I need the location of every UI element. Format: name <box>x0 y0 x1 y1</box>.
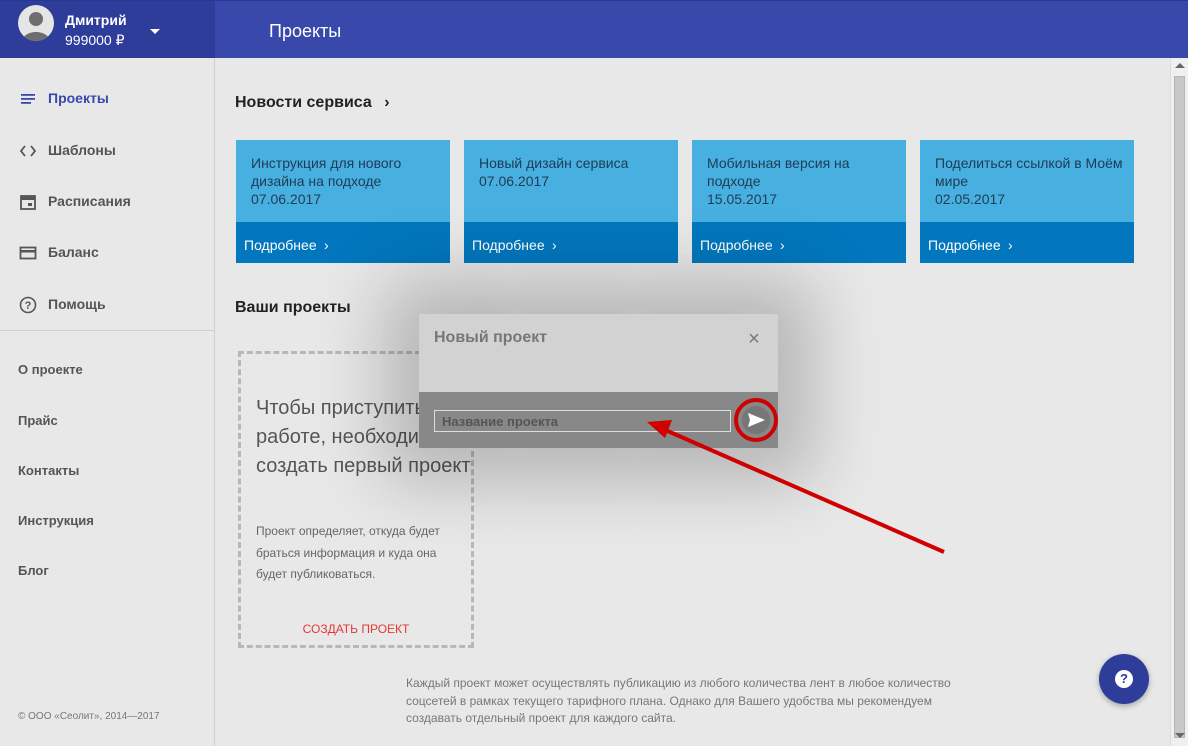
news-card-date: 07.06.2017 <box>479 173 550 189</box>
page-title: Проекты <box>269 21 342 41</box>
copyright: © ООО «Сеолит», 2014—2017 <box>18 711 160 722</box>
news-more-link[interactable]: Подробнее <box>244 237 317 253</box>
sidebar-link-contacts[interactable]: Контакты <box>18 463 79 478</box>
chevron-right-icon: › <box>780 237 785 253</box>
news-card-text: Мобильная версия на подходе 15.05.2017 <box>707 154 897 208</box>
news-more-link[interactable]: Подробнее <box>700 237 773 253</box>
chevron-right-icon: › <box>552 237 557 253</box>
user-balance: 999000 ₽ <box>65 32 125 48</box>
avatar <box>18 5 54 41</box>
news-card[interactable]: Новый дизайн сервиса 07.06.2017 Подробне… <box>464 140 678 263</box>
news-card-headline: Новый дизайн сервиса <box>479 155 629 171</box>
sidebar-link-blog[interactable]: Блог <box>18 563 49 578</box>
sidebar-item-label: Шаблоны <box>48 142 116 158</box>
sidebar-divider <box>0 330 214 331</box>
create-project-button[interactable]: СОЗДАТЬ ПРОЕКТ <box>241 622 471 636</box>
projects-title: Ваши проекты <box>235 299 351 316</box>
sidebar-item-projects[interactable]: Проекты <box>0 78 214 118</box>
close-icon[interactable]: × <box>744 329 764 349</box>
news-card-headline: Инструкция для нового дизайна на подходе <box>251 155 402 189</box>
question-icon: ? <box>1115 670 1133 688</box>
help-button[interactable]: ? <box>1099 654 1149 704</box>
news-card-date: 07.06.2017 <box>251 191 322 207</box>
help-circle-icon: ? <box>19 296 37 314</box>
news-card-text: Новый дизайн сервиса 07.06.2017 <box>479 154 669 190</box>
news-card-date: 15.05.2017 <box>707 191 778 207</box>
news-card[interactable]: Инструкция для нового дизайна на подходе… <box>236 140 450 263</box>
new-project-modal: Новый проект × <box>419 314 778 448</box>
news-more-link[interactable]: Подробнее <box>472 237 545 253</box>
sidebar-link-price[interactable]: Прайс <box>18 413 58 428</box>
news-card-text: Инструкция для нового дизайна на подходе… <box>251 154 441 208</box>
list-icon <box>21 94 35 104</box>
news-card-text: Поделиться ссылкой в Моём мире 02.05.201… <box>935 154 1125 208</box>
user-name: Дмитрий <box>65 12 127 28</box>
calendar-icon <box>20 195 36 210</box>
chevron-right-icon: › <box>324 237 329 253</box>
sidebar-item-label: Баланс <box>48 244 99 260</box>
sidebar-item-balance[interactable]: Баланс <box>0 232 214 272</box>
sidebar-item-schedules[interactable]: Расписания <box>0 181 214 221</box>
sidebar-link-instruction[interactable]: Инструкция <box>18 513 94 528</box>
sidebar: Проекты Шаблоны Расписания Баланс ? Помо… <box>0 58 215 746</box>
news-title[interactable]: Новости сервиса › <box>235 94 390 112</box>
chevron-right-icon: › <box>384 94 390 111</box>
sidebar-link-about[interactable]: О проекте <box>18 362 83 377</box>
news-card-footer[interactable]: Подробнее › <box>920 222 1134 263</box>
code-icon <box>19 145 37 157</box>
send-button[interactable] <box>742 406 770 434</box>
user-avatar-icon <box>22 12 50 41</box>
news-card-headline: Поделиться ссылкой в Моём мире <box>935 155 1123 189</box>
scroll-down-arrow-icon[interactable] <box>1175 733 1185 738</box>
svg-text:?: ? <box>25 300 32 312</box>
empty-project-description: Проект определяет, откуда будет браться … <box>256 524 440 581</box>
card-icon <box>19 246 37 260</box>
news-card-footer[interactable]: Подробнее › <box>236 222 450 263</box>
sidebar-item-label: Помощь <box>48 296 106 312</box>
news-title-text: Новости сервиса <box>235 94 372 111</box>
sidebar-item-help[interactable]: ? Помощь <box>0 284 214 324</box>
chevron-down-icon[interactable] <box>150 29 160 34</box>
news-card[interactable]: Поделиться ссылкой в Моём мире 02.05.201… <box>920 140 1134 263</box>
scroll-thumb[interactable] <box>1174 76 1185 738</box>
modal-input-bar <box>419 392 778 448</box>
sidebar-item-templates[interactable]: Шаблоны <box>0 130 214 170</box>
modal-title: Новый проект <box>434 329 548 346</box>
news-card-footer[interactable]: Подробнее › <box>464 222 678 263</box>
news-card-date: 02.05.2017 <box>935 191 1006 207</box>
chevron-right-icon: › <box>1008 237 1013 253</box>
user-menu[interactable]: Дмитрий 999000 ₽ <box>0 1 215 59</box>
scroll-up-arrow-icon[interactable] <box>1175 63 1185 68</box>
send-icon <box>748 413 765 427</box>
news-more-link[interactable]: Подробнее <box>928 237 1001 253</box>
news-card[interactable]: Мобильная версия на подходе 15.05.2017 П… <box>692 140 906 263</box>
news-card-headline: Мобильная версия на подходе <box>707 155 850 189</box>
project-name-input[interactable] <box>434 410 731 432</box>
sidebar-item-label: Расписания <box>48 193 131 209</box>
news-card-footer[interactable]: Подробнее › <box>692 222 906 263</box>
footer-note: Каждый проект может осуществлять публика… <box>406 676 951 725</box>
scrollbar[interactable] <box>1170 58 1188 746</box>
send-button-highlight <box>734 398 778 442</box>
top-header: Дмитрий 999000 ₽ Проекты <box>0 0 1188 59</box>
sidebar-item-label: Проекты <box>48 90 109 106</box>
